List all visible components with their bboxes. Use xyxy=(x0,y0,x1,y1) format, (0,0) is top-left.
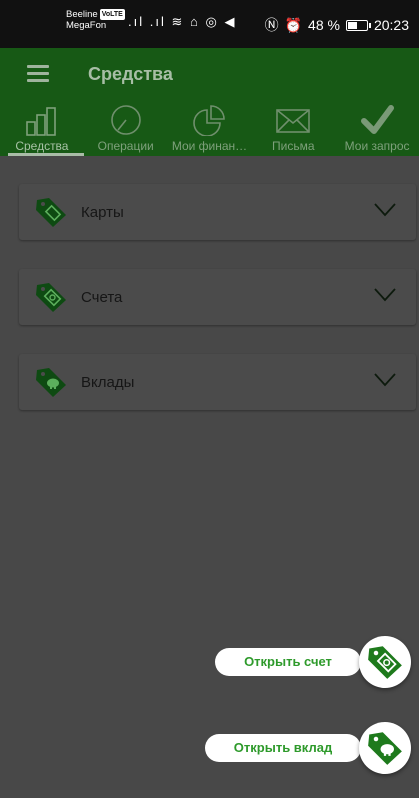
section-label: Счета xyxy=(81,289,123,306)
section-cards[interactable]: Карты xyxy=(19,184,416,240)
notification-icon: ⌂ xyxy=(190,14,200,29)
chevron-down-icon[interactable] xyxy=(374,288,396,302)
money-tag-icon xyxy=(36,283,66,312)
section-accounts[interactable]: Счета xyxy=(19,269,416,325)
nfc-icon: Ⓝ xyxy=(264,17,279,33)
carrier-1: Beeline xyxy=(66,9,98,20)
card-tag-icon xyxy=(36,198,66,227)
chevron-down-icon[interactable] xyxy=(374,373,396,387)
alarm-icon: ⏰ xyxy=(284,16,303,33)
tab-sredstva[interactable]: Средства xyxy=(0,104,84,156)
piggy-tag-icon xyxy=(368,732,402,765)
open-account-button[interactable] xyxy=(359,636,411,688)
tab-label: Средства xyxy=(15,139,69,153)
status-icons: .ıl .ıl ≋ ⌂ ◎ ◀ xyxy=(128,14,236,30)
open-account-label[interactable]: Открыть счет xyxy=(215,648,361,676)
section-deposits[interactable]: Вклады xyxy=(19,354,416,410)
signal-icon: .ıl xyxy=(128,14,145,29)
clock-time: 20:23 xyxy=(373,17,409,33)
tab-label: Письма xyxy=(272,139,315,153)
battery-icon xyxy=(345,19,371,31)
wifi-icon: ≋ xyxy=(171,14,185,29)
tab-my-requests[interactable]: Мои запрос xyxy=(335,104,419,156)
tab-label: Мои запрос xyxy=(344,139,410,153)
pie-chart-icon xyxy=(193,105,226,136)
open-deposit-button[interactable] xyxy=(359,722,411,774)
signal-2-icon: .ıl xyxy=(149,14,166,29)
section-label: Вклады xyxy=(81,374,135,391)
tab-bar: Средства Операции Мои финан… Письма Мои … xyxy=(0,104,419,156)
battery-percent: 48 % xyxy=(308,17,340,33)
tab-label: Мои финан… xyxy=(171,139,248,153)
tab-letters[interactable]: Письма xyxy=(251,104,335,156)
status-bar: Beeline VoLTE MegaFon .ıl .ıl ≋ ⌂ ◎ ◀ Ⓝ ⏰… xyxy=(0,0,419,48)
clock-icon xyxy=(110,105,141,135)
section-label: Карты xyxy=(81,204,124,221)
content-area: Карты Счета Вклады xyxy=(0,156,419,798)
chevron-down-icon[interactable] xyxy=(374,203,396,217)
carrier-info: Beeline VoLTE MegaFon xyxy=(66,9,125,31)
telegram-icon: ◀ xyxy=(224,14,237,29)
whatsapp-icon: ◎ xyxy=(205,14,219,29)
checkmark-icon xyxy=(361,105,395,134)
bar-chart-icon xyxy=(26,107,56,136)
open-deposit-label[interactable]: Открыть вклад xyxy=(205,734,361,762)
volte-badge: VoLTE xyxy=(99,9,125,20)
hamburger-menu-icon[interactable] xyxy=(27,65,49,82)
carrier-2: MegaFon xyxy=(66,20,107,31)
page-title: Средства xyxy=(88,64,173,84)
piggy-tag-icon xyxy=(36,368,66,397)
tab-label: Операции xyxy=(97,139,154,153)
status-right: Ⓝ ⏰ 48 % 20:23 xyxy=(265,15,409,35)
tab-my-finances[interactable]: Мои финан… xyxy=(168,104,252,156)
money-tag-icon xyxy=(368,646,402,679)
envelope-icon xyxy=(276,109,311,133)
tab-operations[interactable]: Операции xyxy=(84,104,168,156)
